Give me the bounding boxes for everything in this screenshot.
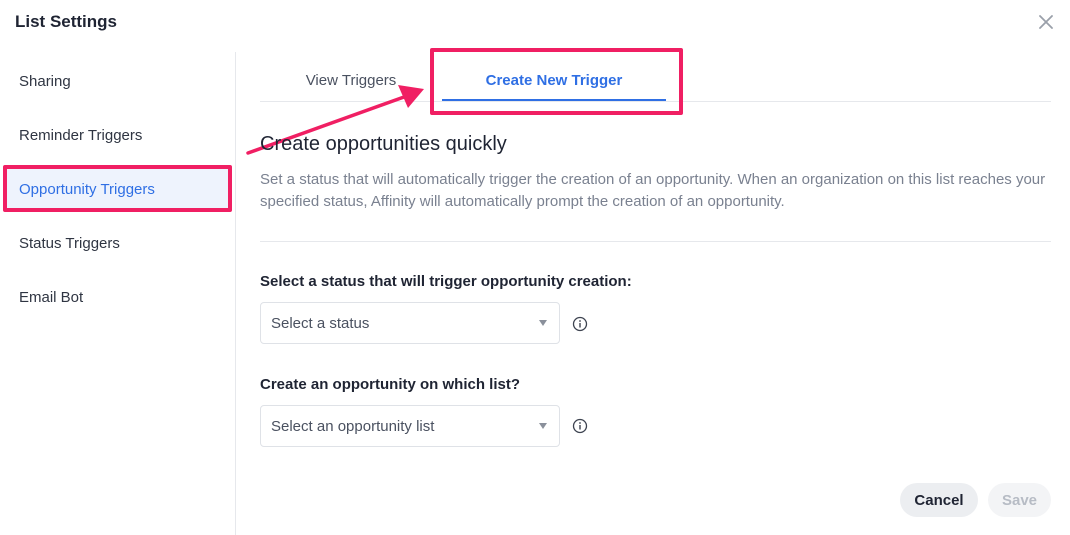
sidebar-item-label: Reminder Triggers — [19, 126, 143, 144]
section-divider — [260, 241, 1051, 242]
sidebar-item-label: Status Triggers — [19, 234, 120, 252]
sidebar-highlight-box — [3, 165, 232, 212]
section-description: Set a status that will automatically tri… — [260, 171, 1046, 210]
save-button[interactable]: Save — [988, 483, 1051, 517]
list-field-label: Create an opportunity on which list? — [260, 376, 521, 393]
sidebar-item-sharing[interactable]: Sharing — [4, 59, 231, 103]
cancel-button[interactable]: Cancel — [900, 483, 978, 517]
status-select[interactable]: Select a status — [260, 302, 560, 344]
info-icon[interactable] — [572, 418, 588, 434]
sidebar: Sharing Reminder Triggers Opportunity Tr… — [0, 52, 236, 535]
section-heading: Create opportunities quickly — [260, 133, 507, 155]
status-select-placeholder: Select a status — [271, 314, 370, 332]
sidebar-item-label: Sharing — [19, 72, 71, 90]
sidebar-item-label: Email Bot — [19, 288, 84, 306]
info-icon[interactable] — [572, 316, 588, 332]
close-button[interactable] — [1034, 10, 1058, 34]
dialog-title: List Settings — [15, 12, 118, 31]
sidebar-item-email-bot[interactable]: Email Bot — [4, 275, 231, 319]
tab-view-triggers[interactable]: View Triggers — [270, 60, 432, 100]
chevron-down-icon — [539, 316, 549, 330]
tab-highlight-box — [430, 48, 683, 115]
chevron-down-icon — [539, 419, 549, 433]
status-field-label: Select a status that will trigger opport… — [260, 273, 632, 290]
sidebar-item-status-triggers[interactable]: Status Triggers — [4, 221, 231, 265]
list-select-placeholder: Select an opportunity list — [271, 417, 435, 435]
close-icon — [1039, 15, 1053, 29]
sidebar-item-reminder-triggers[interactable]: Reminder Triggers — [4, 113, 231, 157]
opportunity-list-select[interactable]: Select an opportunity list — [260, 405, 560, 447]
